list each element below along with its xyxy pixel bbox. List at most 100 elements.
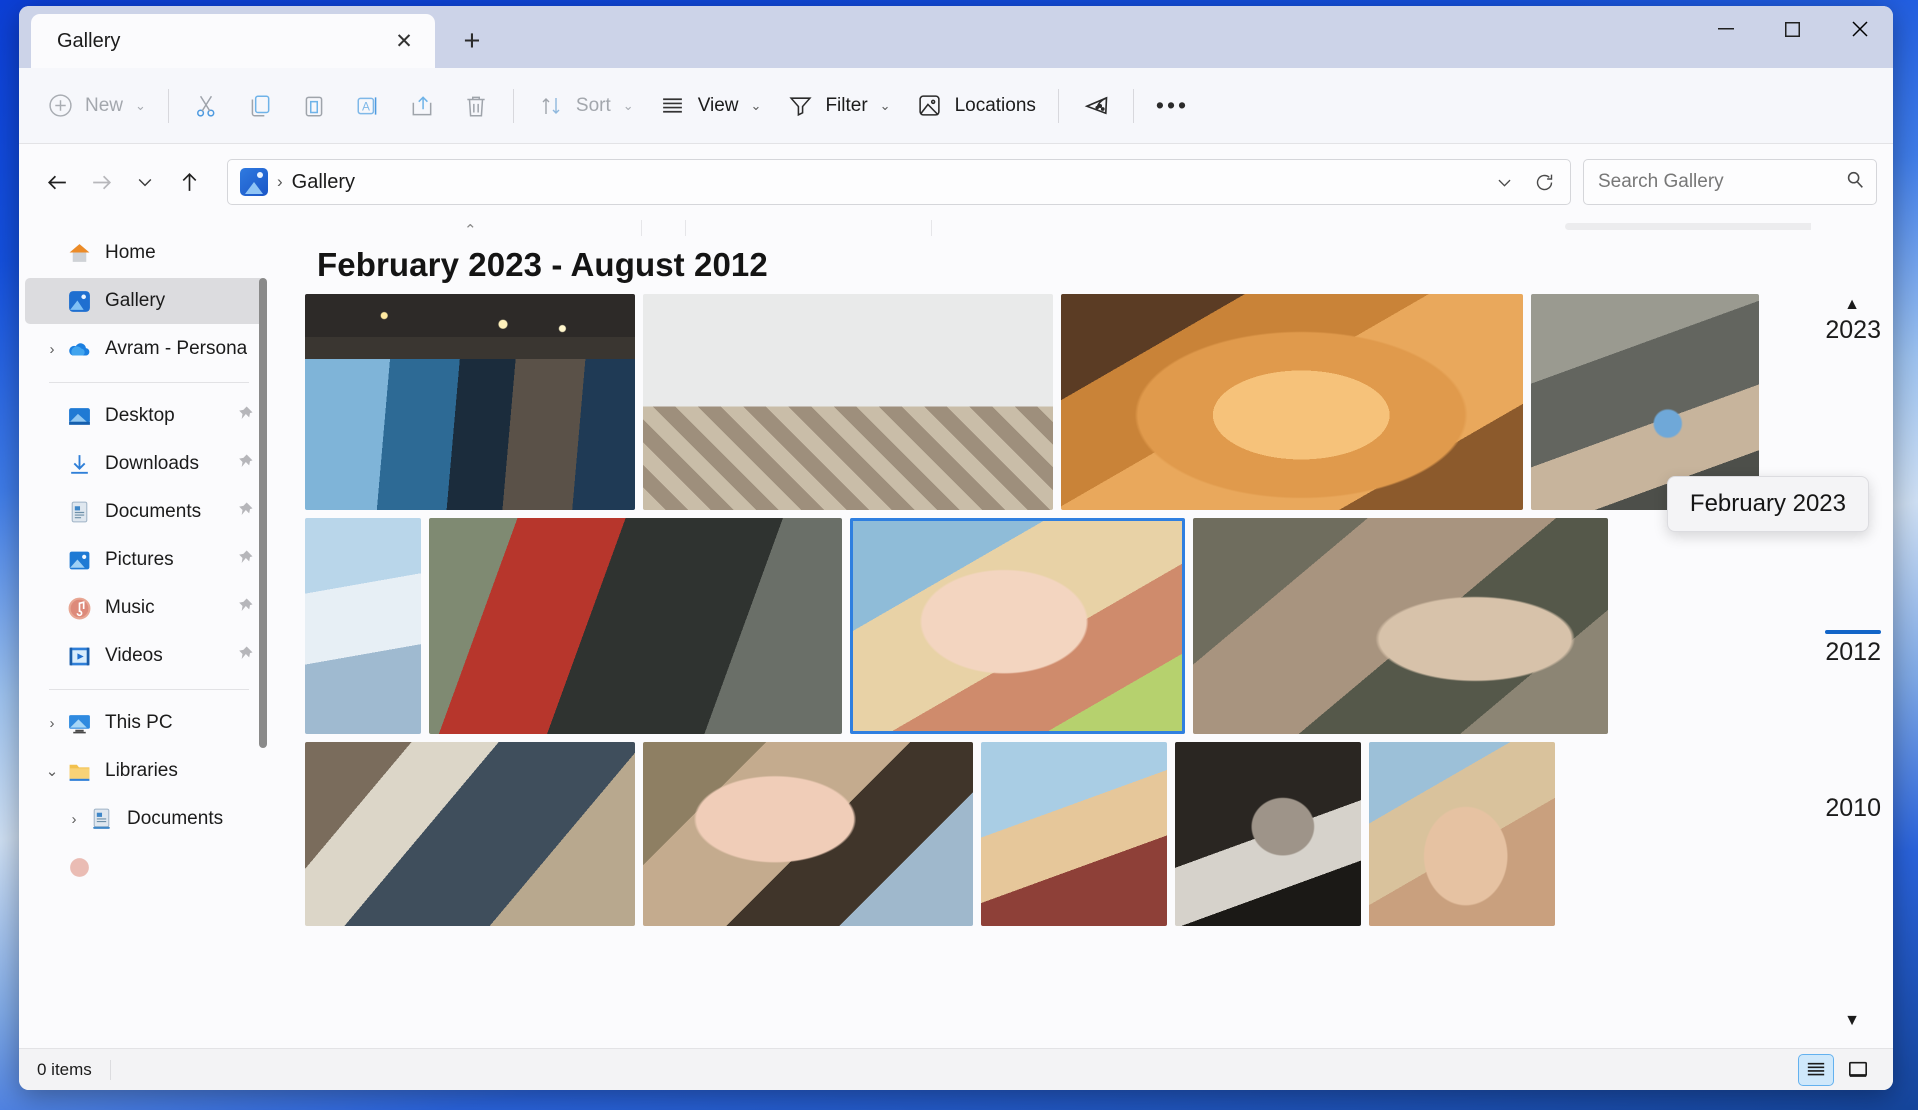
sidebar-item-downloads[interactable]: Downloads xyxy=(25,441,265,487)
up-button[interactable] xyxy=(167,160,211,204)
chevron-down-icon: ⌄ xyxy=(880,98,891,114)
photo-row xyxy=(305,294,1811,510)
slice-button[interactable] xyxy=(1069,81,1123,131)
twisty-icon[interactable]: › xyxy=(39,715,65,732)
sidebar-item-partial[interactable] xyxy=(25,844,265,890)
photo-man-with-baby[interactable] xyxy=(1193,518,1608,734)
tab-title: Gallery xyxy=(57,30,387,53)
search-box[interactable] xyxy=(1583,159,1877,205)
address-bar[interactable]: › Gallery xyxy=(227,159,1571,205)
sidebar-item-videos[interactable]: Videos xyxy=(25,633,265,679)
refresh-icon[interactable] xyxy=(1524,163,1564,201)
timeline-scrollbar[interactable]: ▲ 2023 2012 2010 ▼ xyxy=(1811,220,1893,1048)
twisty-icon[interactable]: ⌄ xyxy=(39,762,65,780)
sidebar-item-gallery[interactable]: Gallery xyxy=(25,278,265,324)
locations-button[interactable]: Locations xyxy=(903,81,1048,131)
tab-gallery[interactable]: Gallery ✕ xyxy=(31,14,435,68)
sidebar-label: Documents xyxy=(127,808,223,830)
gallery-horizontal-scrollbar[interactable] xyxy=(1565,223,1841,230)
collapse-chevron-icon[interactable]: ⌃ xyxy=(464,221,477,239)
photo-grid[interactable] xyxy=(305,294,1811,1048)
sidebar-item-music[interactable]: Music xyxy=(25,585,265,631)
filter-button[interactable]: Filter ⌄ xyxy=(773,81,902,131)
twisty-icon[interactable]: › xyxy=(61,811,87,828)
twisty-icon[interactable]: › xyxy=(39,341,65,358)
maximize-button[interactable] xyxy=(1759,6,1826,52)
home-icon xyxy=(65,239,93,267)
photo-baby-blue-blanket[interactable] xyxy=(981,742,1167,926)
sidebar-item-home[interactable]: Home xyxy=(25,230,265,276)
search-input[interactable] xyxy=(1598,171,1844,193)
scissors-icon xyxy=(191,91,221,121)
sidebar-item-documents-library[interactable]: › Documents xyxy=(25,796,265,842)
photo-white-robots[interactable] xyxy=(643,294,1053,510)
timeline-year-2023[interactable]: 2023 xyxy=(1825,316,1881,345)
pin-icon[interactable] xyxy=(235,500,257,525)
divider xyxy=(513,89,514,123)
new-button[interactable]: New ⌄ xyxy=(33,81,158,131)
address-dropdown-icon[interactable] xyxy=(1484,163,1524,201)
photo-car-seat[interactable] xyxy=(429,518,842,734)
music-icon xyxy=(65,594,93,622)
navigation-bar: › Gallery xyxy=(19,144,1893,220)
view-button[interactable]: View ⌄ xyxy=(646,81,774,131)
sidebar-item-documents[interactable]: Documents xyxy=(25,489,265,535)
photo-anime-booth[interactable] xyxy=(305,294,635,510)
pin-icon[interactable] xyxy=(235,452,257,477)
photo-baby-jersey[interactable] xyxy=(305,518,421,734)
divider xyxy=(1058,89,1059,123)
pin-icon[interactable] xyxy=(235,596,257,621)
breadcrumb-gallery[interactable]: Gallery xyxy=(292,171,355,194)
more-options-button[interactable]: ••• xyxy=(1144,81,1201,131)
photo-dad-dark-room[interactable] xyxy=(1175,742,1361,926)
sidebar-label: Desktop xyxy=(105,405,175,427)
paste-button[interactable] xyxy=(287,81,341,131)
photo-man-on-couch[interactable] xyxy=(305,742,635,926)
timeline-down-arrow-icon[interactable]: ▼ xyxy=(1844,1012,1860,1030)
sort-button[interactable]: Sort ⌄ xyxy=(524,81,646,131)
chevron-down-icon: ⌄ xyxy=(751,98,762,114)
sidebar-item-pictures[interactable]: Pictures xyxy=(25,537,265,583)
timeline-up-arrow-icon[interactable]: ▲ xyxy=(1844,296,1860,314)
minimize-button[interactable] xyxy=(1692,6,1759,52)
sidebar-item-libraries[interactable]: ⌄ Libraries xyxy=(25,748,265,794)
back-button[interactable] xyxy=(35,160,79,204)
sidebar-scrollbar[interactable] xyxy=(259,278,267,748)
gallery-icon xyxy=(240,168,268,196)
rename-button[interactable]: A xyxy=(341,81,395,131)
forward-button[interactable] xyxy=(79,160,123,204)
divider xyxy=(49,689,249,690)
close-button[interactable] xyxy=(1826,6,1893,52)
sidebar-item-this-pc[interactable]: › This PC xyxy=(25,700,265,746)
sidebar-label: Downloads xyxy=(105,453,199,475)
timeline-year-2012[interactable]: 2012 xyxy=(1825,638,1881,667)
sidebar-item-desktop[interactable]: Desktop xyxy=(25,393,265,439)
timeline-year-2010[interactable]: 2010 xyxy=(1825,794,1881,823)
recent-locations-button[interactable] xyxy=(123,160,167,204)
large-icons-view-button[interactable] xyxy=(1841,1055,1875,1085)
close-tab-icon[interactable]: ✕ xyxy=(387,24,421,58)
pictures-icon xyxy=(65,546,93,574)
rename-icon: A xyxy=(353,91,383,121)
pin-icon[interactable] xyxy=(235,404,257,429)
pin-icon[interactable] xyxy=(235,548,257,573)
sidebar-item-onedrive[interactable]: › Avram - Persona xyxy=(25,326,265,372)
share-button[interactable] xyxy=(395,81,449,131)
photo-baby-sleep-quilt[interactable] xyxy=(850,518,1185,734)
pin-icon[interactable] xyxy=(235,644,257,669)
photo-grandma-pillow[interactable] xyxy=(643,742,973,926)
navigation-pane[interactable]: Home Gallery › Avram - Persona xyxy=(19,220,271,1048)
photo-baby-last[interactable] xyxy=(1369,742,1555,926)
search-icon[interactable] xyxy=(1844,169,1866,196)
cut-button[interactable] xyxy=(179,81,233,131)
gallery-pane[interactable]: ⌃ February 2023 - August 2012 xyxy=(271,220,1893,1048)
new-tab-icon[interactable]: + xyxy=(449,18,495,64)
sidebar-label: Home xyxy=(105,242,156,264)
filter-label: Filter xyxy=(825,95,867,117)
copy-button[interactable] xyxy=(233,81,287,131)
status-bar: 0 items xyxy=(19,1048,1893,1090)
photo-baby-face-closeup[interactable] xyxy=(1061,294,1523,510)
delete-button[interactable] xyxy=(449,81,503,131)
details-view-button[interactable] xyxy=(1799,1055,1833,1085)
new-label: New xyxy=(85,95,123,117)
